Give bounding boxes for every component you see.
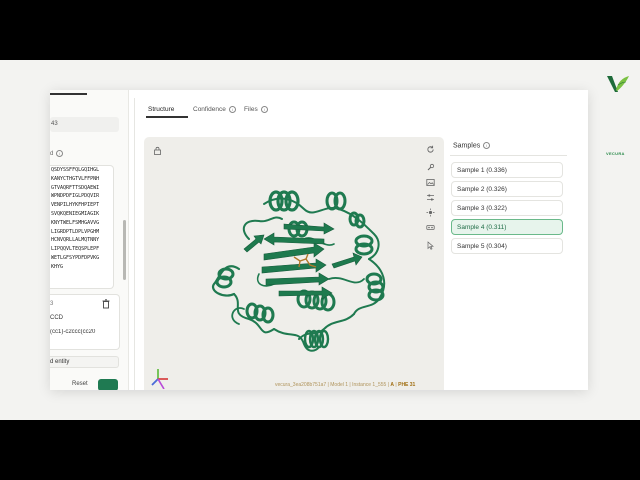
sequence-textarea[interactable]: QSDYSSFFQLGQIHGL KANYCTHGTVLFFPNH GTVAQRFT… [50, 165, 114, 289]
sequence-section-label: di [50, 150, 64, 158]
lock-icon[interactable] [153, 146, 162, 155]
sequence-line: SVQKQENIEGMIAGIK [51, 210, 100, 217]
wrench-icon[interactable] [426, 163, 435, 172]
info-icon[interactable]: i [260, 106, 268, 113]
protein-structure-render[interactable] [204, 179, 394, 364]
sample-item-3[interactable]: Sample 3 (0.322) [451, 200, 563, 216]
letterbox-bottom [0, 420, 640, 480]
app-window: 43 di QSDYSSFFQLGQIHGL KANYCTHGTVLFFPNH GT… [50, 90, 588, 390]
job-name-field[interactable]: 43 [50, 117, 119, 132]
axes-gizmo-icon [151, 369, 168, 389]
tab-files[interactable]: Files i [244, 106, 268, 113]
sliders-icon[interactable] [426, 193, 435, 202]
tab-structure-label: Structure [148, 106, 175, 113]
sequence-line: GTVAQRFTTSDQAEWI [51, 184, 100, 191]
sequence-line: KNYTWELFSMHGAVVG [51, 219, 100, 226]
info-icon[interactable]: i [228, 106, 236, 113]
sample-item-5[interactable]: Sample 5 (0.304) [451, 238, 563, 254]
tab-confidence[interactable]: Confidence i [193, 106, 236, 113]
sequence-line: VENPILHYKFHPIEPT [51, 202, 100, 209]
sequence-line: QSDYSSFFQLGQIHGL [51, 167, 100, 173]
sample-item-4[interactable]: Sample 4 (0.311) [451, 219, 563, 235]
panel-divider [134, 98, 135, 390]
structure-viewer[interactable]: vecura_3ea208b751a7 | Model 1 | Instance… [144, 137, 444, 390]
vecura-logo [607, 76, 629, 92]
smiles-input[interactable]: (cc1)-c2ccc(cc20 [50, 329, 110, 340]
panel-tab-underline [50, 93, 87, 95]
image-icon[interactable] [426, 178, 435, 187]
ligand-entity-card: 3 CCD (cc1)-c2ccc(cc20 [50, 294, 120, 350]
add-entity-button[interactable]: d entity [50, 356, 119, 368]
tab-structure[interactable]: Structure [148, 106, 174, 113]
ligand-source-label: CCD [50, 315, 63, 321]
sample-item-2[interactable]: Sample 2 (0.326) [451, 181, 563, 197]
active-tab-underline [146, 116, 188, 118]
sequence-line: KHYG [51, 263, 64, 270]
sequence-line: LIPQQVLTEQSPLEPF [51, 246, 100, 253]
sample-item-1[interactable]: Sample 1 (0.336) [451, 162, 563, 178]
tab-files-label: Files [244, 106, 258, 114]
presentation-stage: 43 di QSDYSSFFQLGQIHGL KANYCTHGTVLFFPNH GT… [0, 60, 640, 420]
tab-confidence-label: Confidence [193, 106, 226, 114]
status-entry: vecura_3ea208b751a7 [275, 382, 327, 388]
status-instance: Instance 1_555 [352, 382, 387, 388]
sequence-line: WETLGFSYPDFDPVKG [51, 254, 100, 261]
input-panel: 43 di QSDYSSFFQLGQIHGL KANYCTHGTVLFFPNH GT… [50, 90, 129, 390]
samples-title-text: Samples [453, 142, 481, 150]
sequence-line: WPNDPDFIGLPDQVIR [51, 193, 100, 200]
info-icon[interactable]: i [483, 142, 491, 149]
trash-icon[interactable] [102, 299, 110, 309]
viewer-status-bar: vecura_3ea208b751a7 | Model 1 | Instance… [275, 382, 416, 388]
sequence-line: KANYCTHGTVLFFPNH [51, 175, 100, 182]
sun-icon[interactable] [426, 208, 435, 217]
status-chain: A [390, 382, 395, 388]
sequence-line: LIGRDPTLDPLVPGHM [51, 228, 100, 235]
submit-button[interactable] [98, 379, 118, 390]
status-residue: PHE 31 [398, 382, 416, 388]
reset-button[interactable]: Reset [72, 381, 88, 387]
letterbox-top [0, 0, 640, 60]
sequence-section-label-text: d [50, 151, 54, 158]
info-icon[interactable]: i [56, 150, 64, 157]
ligand-entity-title: 3 [50, 301, 54, 307]
rotate-icon[interactable] [426, 145, 435, 154]
cursor-icon[interactable] [426, 241, 435, 250]
samples-title: Samples i [453, 142, 491, 150]
status-model: Model 1 [330, 382, 349, 388]
sequence-line: HCNVQRLLALMQTNNY [51, 237, 100, 244]
panel-scrollbar[interactable] [123, 220, 126, 280]
vecura-wordmark: VECURA [606, 151, 625, 156]
vr-icon[interactable] [426, 223, 435, 232]
samples-divider [450, 155, 567, 156]
